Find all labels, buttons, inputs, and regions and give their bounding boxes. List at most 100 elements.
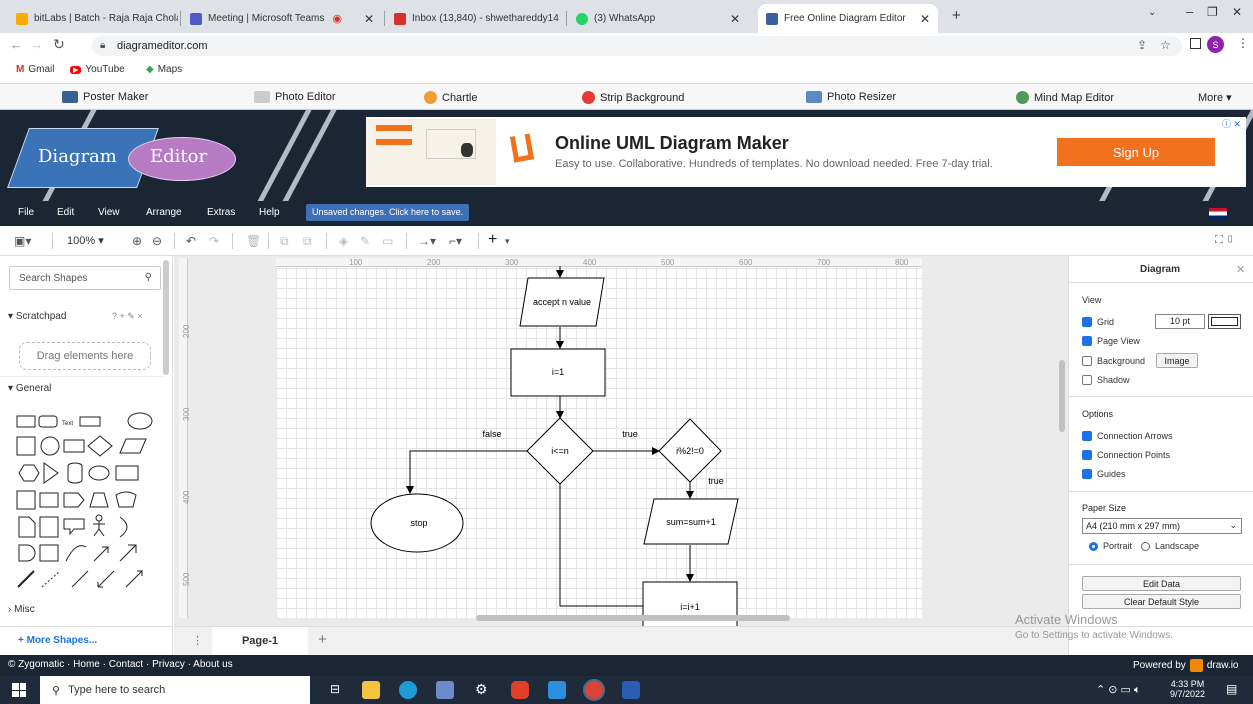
reload-icon[interactable]: ↻ — [53, 36, 65, 53]
file-explorer-icon[interactable] — [362, 681, 380, 699]
triangle-shape-icon[interactable] — [43, 462, 59, 484]
browser-tab-diagram-editor[interactable]: Free Online Diagram Editor ✕ — [758, 4, 938, 33]
menu-view[interactable]: View — [98, 207, 120, 218]
browser-tab-bitlabs[interactable]: bitLabs | Batch - Raja Raja Chola✕ — [8, 4, 178, 33]
tape-shape-icon[interactable] — [115, 491, 137, 508]
rounded-rect-shape-icon[interactable] — [38, 415, 58, 428]
redo-icon[interactable]: ↷ — [209, 234, 219, 248]
bookmark-maps[interactable]: ◆ Maps — [146, 64, 182, 75]
bookmark-gmail[interactable]: M Gmail — [16, 64, 54, 75]
paper-size-select[interactable]: A4 (210 mm x 297 mm) ⌄ — [1082, 518, 1242, 534]
zoom-in-icon[interactable]: ⊕ — [132, 234, 142, 248]
nav-photo-resizer[interactable]: Photo Resizer — [806, 91, 896, 103]
notifications-icon[interactable]: ▤ — [1226, 682, 1237, 696]
connection-points-checkbox[interactable]: Connection Points — [1082, 450, 1170, 460]
circle-shape-icon[interactable] — [40, 436, 60, 456]
browser-tab-gmail[interactable]: Inbox (13,840) - shwethareddy14✕ — [386, 4, 564, 33]
insert-plus-icon[interactable]: + — [488, 231, 497, 249]
left-panel-scrollbar[interactable] — [163, 260, 169, 375]
language-flag-icon[interactable] — [1209, 208, 1227, 219]
close-icon[interactable]: ✕ — [914, 12, 930, 26]
cylinder-shape-icon[interactable] — [67, 462, 83, 484]
text-shape-label[interactable]: Text — [62, 421, 73, 427]
card-shape-icon[interactable] — [39, 516, 59, 538]
shadow-checkbox[interactable]: Shadow — [1082, 375, 1130, 385]
menu-help[interactable]: Help — [259, 207, 280, 218]
new-tab-icon[interactable]: + — [952, 7, 961, 24]
diamond-shape-icon[interactable] — [87, 435, 113, 457]
close-panel-icon[interactable]: ✕ — [1236, 263, 1245, 276]
taskbar-search-box[interactable]: ⚲ Type here to search — [40, 676, 310, 704]
background-checkbox[interactable]: Background — [1082, 356, 1145, 366]
minimize-icon[interactable]: – — [1186, 4, 1193, 19]
scratchpad-header[interactable]: ▾ Scratchpad — [8, 311, 66, 322]
actor-shape-icon[interactable] — [95, 514, 103, 522]
grid-size-input[interactable]: 10 pt — [1155, 314, 1205, 329]
menu-arrange[interactable]: Arrange — [146, 207, 182, 218]
delay-shape-icon[interactable] — [18, 544, 36, 562]
menu-file[interactable]: File — [18, 207, 34, 218]
zoom-select[interactable]: 100% ▾ — [67, 234, 104, 247]
tray-icons[interactable]: ⌃ ⊙ ▭ 🔈︎ — [1096, 683, 1141, 697]
curve-shape-icon[interactable] — [65, 545, 87, 562]
general-shapes-grid[interactable]: Text — [16, 411, 156, 591]
textbox-shape-icon[interactable] — [79, 416, 101, 427]
browser-menu-icon[interactable]: ⋮ — [1237, 36, 1249, 50]
windows-start-icon[interactable] — [12, 683, 26, 697]
taskbar-clock[interactable]: 4:33 PM 9/7/2022 — [1170, 679, 1205, 699]
edit-data-button[interactable]: Edit Data — [1082, 576, 1241, 591]
line-shape-icon[interactable] — [17, 570, 35, 588]
arrow-shape-icon[interactable] — [119, 544, 137, 562]
nav-photo-editor[interactable]: Photo Editor — [254, 91, 336, 103]
nav-more[interactable]: More ▾ — [1198, 91, 1232, 104]
grid-color-button[interactable] — [1208, 314, 1241, 329]
scratchpad-actions[interactable]: ? + ✎ × — [112, 311, 143, 322]
url-field[interactable]: 🔒︎ diagrameditor.com ⇪ ☆ — [92, 36, 1182, 56]
more-shapes-button[interactable]: + More Shapes... — [18, 635, 97, 646]
parallelogram-shape-icon[interactable] — [119, 438, 147, 454]
page-view-checkbox[interactable]: Page View — [1082, 336, 1140, 346]
footer-links[interactable]: © Zygomatic · Home · Contact · Privacy ·… — [8, 659, 233, 670]
misc-header[interactable]: › Misc — [8, 604, 35, 615]
background-image-button[interactable]: Image — [1156, 353, 1198, 368]
fill-color-icon[interactable]: ◈ — [339, 234, 348, 248]
pages-menu-icon[interactable]: ⋮ — [192, 634, 203, 647]
task-view-icon[interactable]: ⊟ — [330, 682, 340, 696]
arrow-loop-back[interactable] — [556, 466, 643, 607]
close-icon[interactable]: ✕ — [559, 12, 564, 26]
to-back-icon[interactable]: ⧉ — [303, 234, 312, 249]
page-tab-page-1[interactable]: Page-1 — [212, 627, 308, 655]
close-icon[interactable]: ✕ — [358, 12, 374, 26]
forward-icon[interactable]: → — [30, 37, 43, 52]
line-color-icon[interactable]: ✎ — [360, 234, 370, 248]
bookmark-youtube[interactable]: ▶ YouTube — [70, 64, 125, 75]
search-shapes-input[interactable]: Search Shapes ⚲ — [9, 266, 161, 290]
landscape-radio[interactable]: Landscape — [1141, 541, 1199, 551]
rectangle-shape-icon[interactable] — [16, 415, 36, 428]
fullscreen-icon[interactable]: ⛶ ▯ — [1215, 234, 1235, 247]
bidirectional-arrow-icon[interactable] — [93, 546, 109, 562]
chrome-icon[interactable] — [583, 679, 605, 701]
diagram-canvas-area[interactable]: ⋮ 100 200 300 400 500 600 700 800 200 30… — [174, 256, 1068, 626]
nav-strip-background[interactable]: Strip Background — [582, 91, 684, 104]
delete-icon[interactable]: 🗑︎ — [246, 234, 261, 248]
to-front-icon[interactable]: ⧉ — [280, 234, 289, 249]
curly-shape-icon[interactable] — [119, 516, 128, 538]
portrait-radio[interactable]: Portrait — [1089, 541, 1132, 551]
shadow-icon[interactable]: ▭ — [382, 234, 393, 248]
arrow-false-to-stop[interactable] — [406, 450, 527, 494]
close-icon[interactable]: ✕ — [724, 12, 740, 26]
canvas-vertical-scrollbar[interactable] — [1059, 360, 1065, 432]
link-arrow-icon[interactable] — [97, 570, 115, 588]
add-page-icon[interactable]: + — [318, 631, 327, 648]
powered-by[interactable]: Powered by draw.io — [1133, 659, 1239, 672]
nav-mind-map-editor[interactable]: Mind Map Editor — [1016, 91, 1114, 104]
browser-tab-whatsapp[interactable]: (3) WhatsApp ✕ — [568, 4, 748, 33]
insert-dropdown-icon[interactable]: ▾ — [505, 236, 510, 247]
step-shape-icon[interactable] — [63, 492, 85, 508]
flowchart-svg[interactable]: 100 200 300 400 500 600 700 800 200 300 … — [174, 256, 1068, 626]
bookmark-star-icon[interactable]: ☆ — [1160, 38, 1171, 52]
cube-shape-icon[interactable] — [39, 492, 59, 508]
waypoints-icon[interactable]: ⌐▾ — [449, 234, 462, 248]
word-icon[interactable] — [622, 681, 640, 699]
